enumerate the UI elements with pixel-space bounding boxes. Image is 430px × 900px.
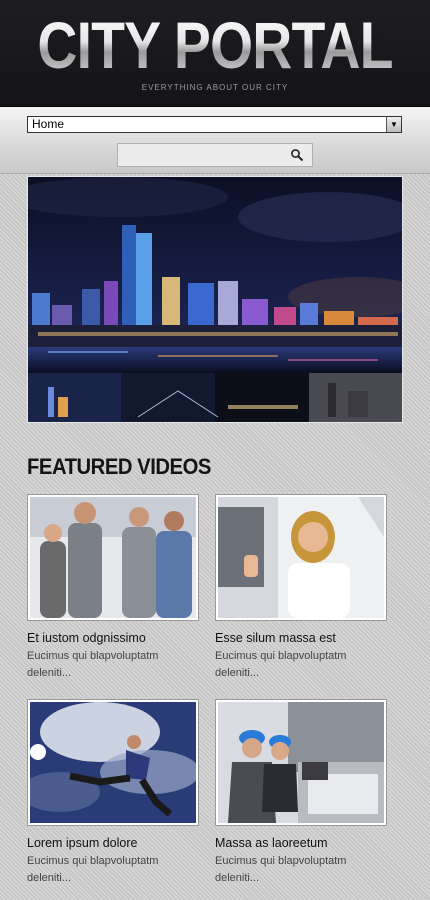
video-description: Eucimus qui blapvoluptatm deleniti... — [27, 855, 159, 884]
video-thumbnail[interactable] — [215, 699, 387, 826]
video-card[interactable]: Esse silum massa est Eucimus qui blapvol… — [215, 494, 403, 682]
site-header: CITY PORTAL EVERYTHING ABOUT OUR CITY — [0, 0, 430, 107]
city-skyline-image — [28, 177, 402, 422]
site-logo[interactable]: CITY PORTAL — [34, 10, 395, 80]
video-thumbnail[interactable] — [215, 494, 387, 621]
video-title[interactable]: Lorem ipsum dolore — [27, 836, 215, 850]
video-thumbnail[interactable] — [27, 494, 199, 621]
video-description: Eucimus qui blapvoluptatm deleniti... — [27, 650, 159, 679]
page-select-value: Home — [32, 117, 65, 131]
dropdown-arrow-icon[interactable]: ▼ — [386, 117, 401, 132]
video-description: Eucimus qui blapvoluptatm deleniti... — [215, 650, 347, 679]
video-title[interactable]: Massa as laoreetum — [215, 836, 403, 850]
video-thumbnail[interactable] — [27, 699, 199, 826]
video-title[interactable]: Esse silum massa est — [215, 631, 403, 645]
site-tagline: EVERYTHING ABOUT OUR CITY — [141, 83, 289, 92]
video-description: Eucimus qui blapvoluptatm deleniti... — [215, 855, 347, 884]
video-title[interactable]: Et iustom odgnissimo — [27, 631, 215, 645]
search-input[interactable] — [117, 143, 313, 167]
video-card[interactable]: Massa as laoreetum Eucimus qui blapvolup… — [215, 699, 403, 887]
page-select[interactable]: Home ▼ — [27, 116, 402, 133]
navigation-bar: Home ▼ — [0, 107, 430, 174]
search-icon[interactable] — [290, 148, 304, 162]
featured-videos-title: FEATURED VIDEOS — [27, 454, 211, 479]
video-card[interactable]: Et iustom odgnissimo Eucimus qui blapvol… — [27, 494, 215, 682]
video-card[interactable]: Lorem ipsum dolore Eucimus qui blapvolup… — [27, 699, 215, 887]
hero-banner[interactable] — [27, 176, 403, 423]
